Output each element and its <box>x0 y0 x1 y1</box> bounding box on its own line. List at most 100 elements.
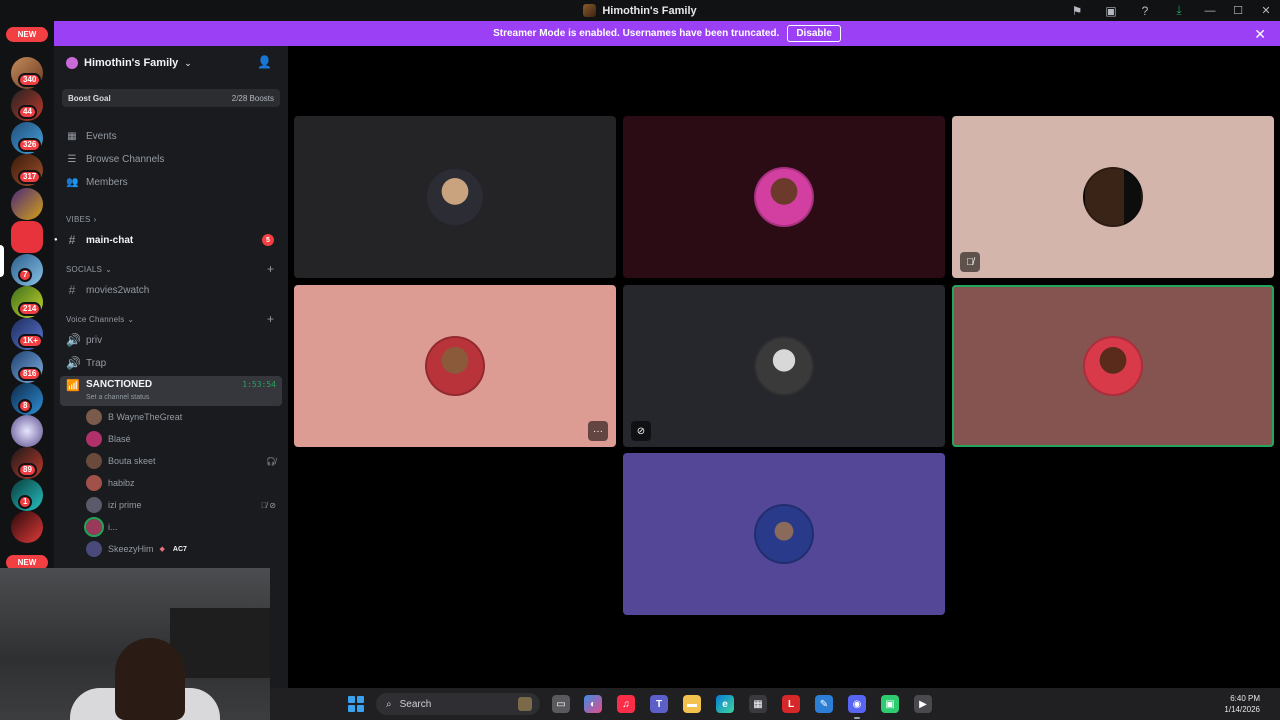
category-voice-channels[interactable]: Voice Channels ⌄ <box>66 315 134 324</box>
system-clock[interactable]: 6:40 PM 1/14/2026 <box>1224 693 1260 715</box>
voice-member[interactable]: B WayneTheGreat <box>86 408 276 426</box>
copilot-icon[interactable]: ◐ <box>584 695 602 713</box>
activity-tag: AC7 <box>172 545 187 553</box>
avatar <box>754 336 814 396</box>
add-channel-icon[interactable]: + <box>267 312 274 326</box>
maximize-button[interactable]: ☐ <box>1224 0 1252 21</box>
category-vibes[interactable]: VIBES › <box>66 215 96 224</box>
server-badge: 340 <box>18 73 42 87</box>
task-view-icon[interactable]: ▭ <box>552 695 570 713</box>
category-socials[interactable]: SOCIALS ⌄ <box>66 265 112 274</box>
download-icon[interactable]: ⤓ <box>1162 0 1196 21</box>
chevron-down-icon: ⌄ <box>127 315 135 324</box>
deafened-icon: 🎧̸ <box>266 456 276 466</box>
channel-label: priv <box>86 334 103 346</box>
participant-tile-speaking[interactable] <box>952 285 1274 447</box>
app-l-icon[interactable]: L <box>782 695 800 713</box>
voice-member[interactable]: i... <box>84 517 276 537</box>
channel-main-chat[interactable]: ● # main-chat <box>54 230 134 250</box>
taskbar: ⌕ Search ▭ ◐ ♫ T ▬ e ▦ L ✎ ◉ ▣ ▶ 6:40 PM… <box>270 688 1280 720</box>
server-badge: 326 <box>18 138 42 152</box>
minimize-button[interactable]: — <box>1196 0 1224 21</box>
webcam-person-head <box>115 638 185 720</box>
voice-member[interactable]: Bouta skeet 🎧̸ <box>86 452 276 470</box>
voice-member[interactable]: Blasé <box>86 430 276 448</box>
events-label: Events <box>86 130 117 142</box>
active-app-indicator <box>854 717 860 719</box>
title-bar: Himothin's Family ⚑ ▣ ? ⤓ — ☐ ✕ <box>0 0 1280 21</box>
browse-channels-link[interactable]: ☰ Browse Channels <box>66 149 165 169</box>
window-title: Himothin's Family <box>583 4 697 17</box>
participant-tile[interactable] <box>294 116 616 278</box>
voice-channel-trap[interactable]: 🔊 Trap <box>66 353 106 373</box>
add-user-icon[interactable]: 👤 <box>257 55 272 69</box>
server-badge: 317 <box>18 170 42 184</box>
muted-icon: 🎙̸ <box>960 252 980 272</box>
boost-goal-bar[interactable]: Boost Goal 2/28 Boosts <box>62 89 280 107</box>
teams-icon[interactable]: T <box>650 695 668 713</box>
flag-icon[interactable]: ⚑ <box>1060 0 1094 21</box>
channel-movies2watch[interactable]: # movies2watch <box>66 280 150 300</box>
avatar <box>754 504 814 564</box>
voice-channel-sanctioned[interactable]: 📶 SANCTIONED 1:53:54 Set a channel statu… <box>60 376 282 406</box>
members-label: Members <box>86 176 128 188</box>
channel-label: main-chat <box>86 234 134 246</box>
browse-channels-label: Browse Channels <box>86 153 165 165</box>
participant-tile[interactable]: 🎙̸ <box>952 116 1274 278</box>
close-icon[interactable]: ✕ <box>1254 26 1266 43</box>
taskbar-search[interactable]: ⌕ Search <box>376 693 540 715</box>
participant-tile[interactable]: ··· <box>294 285 616 447</box>
discord-icon[interactable]: ◉ <box>848 695 866 713</box>
server-icon[interactable] <box>11 511 43 543</box>
music-app-icon[interactable]: ♫ <box>617 695 635 713</box>
boost-goal-label: Boost Goal <box>68 93 111 103</box>
participant-tile[interactable] <box>623 116 945 278</box>
voice-channel-priv[interactable]: 🔊 priv <box>66 330 102 350</box>
chevron-down-icon: ⌄ <box>105 265 112 274</box>
avatar <box>86 497 102 513</box>
video-off-icon: ⊘ <box>631 421 651 441</box>
avatar <box>86 409 102 425</box>
category-label: VIBES <box>66 215 91 224</box>
close-window-button[interactable]: ✕ <box>1252 0 1280 21</box>
participant-tile[interactable] <box>623 453 945 615</box>
game-activity-icon: ◆ <box>159 546 165 553</box>
server-icon-selected[interactable] <box>11 221 43 253</box>
inbox-icon[interactable]: ▣ <box>1094 0 1128 21</box>
avatar <box>754 167 814 227</box>
app-icon[interactable]: ✎ <box>815 695 833 713</box>
channel-label: SANCTIONED <box>86 379 153 390</box>
mention-badge: 5 <box>262 234 274 246</box>
media-player-icon[interactable]: ▶ <box>914 695 932 713</box>
avatar <box>86 453 102 469</box>
member-name: i... <box>108 522 118 532</box>
store-icon[interactable]: ▦ <box>749 695 767 713</box>
server-badge: 89 <box>18 463 37 477</box>
channel-sidebar: Himothin's Family ⌄ 👤 Boost Goal 2/28 Bo… <box>54 46 288 568</box>
edge-icon[interactable]: e <box>716 695 734 713</box>
voice-member[interactable]: habibz <box>86 474 276 492</box>
members-link[interactable]: 👥 Members <box>66 172 128 192</box>
help-icon[interactable]: ? <box>1128 0 1162 21</box>
member-name: izi prime <box>108 500 142 510</box>
file-explorer-icon[interactable]: ▬ <box>683 695 701 713</box>
voice-member[interactable]: SkeezyHim ◆ AC7 <box>86 540 276 558</box>
more-options-button[interactable]: ··· <box>588 421 608 441</box>
participant-tile[interactable]: ⊘ <box>623 285 945 447</box>
app-icon[interactable]: ▣ <box>881 695 899 713</box>
speaker-icon: 🔊 <box>66 333 81 347</box>
new-badge: NEW <box>6 27 48 42</box>
member-name: SkeezyHim <box>108 544 154 554</box>
channel-status-prompt[interactable]: Set a channel status <box>86 394 149 401</box>
chevron-right-icon: › <box>93 215 97 224</box>
server-header[interactable]: Himothin's Family ⌄ 👤 <box>54 46 288 80</box>
server-icon[interactable] <box>11 415 43 447</box>
clock-time: 6:40 PM <box>1230 694 1260 703</box>
call-timer: 1:53:54 <box>242 380 276 389</box>
voice-member[interactable]: izi prime 🎙̸ ⊘ <box>86 496 276 514</box>
add-channel-icon[interactable]: + <box>267 262 274 276</box>
events-link[interactable]: ▦ Events <box>66 126 117 146</box>
server-icon[interactable] <box>11 188 43 220</box>
windows-start-icon[interactable] <box>348 696 364 712</box>
disable-streamer-mode-button[interactable]: Disable <box>787 25 841 42</box>
